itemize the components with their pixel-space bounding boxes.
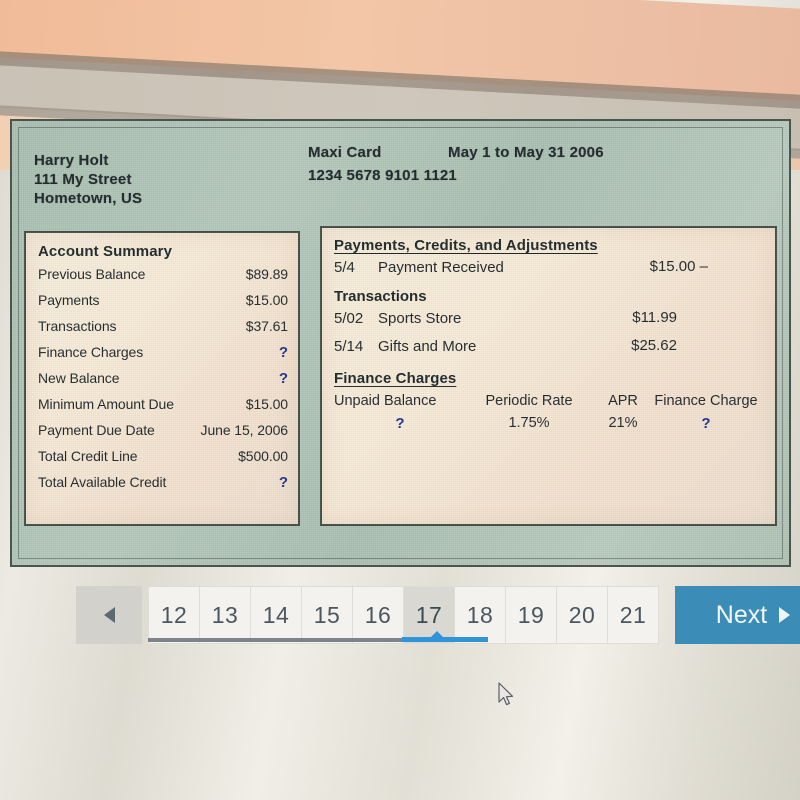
triangle-left-icon (103, 607, 115, 623)
transaction-amount: $11.99 (632, 309, 677, 326)
page-button-16[interactable]: 16 (352, 587, 403, 643)
customer-street: 111 My Street (34, 171, 132, 188)
summary-row: Total Credit Line $500.00 (38, 444, 288, 470)
previous-page-button[interactable] (76, 586, 142, 644)
page-button-18[interactable]: 18 (454, 587, 505, 643)
finance-charges-title: Finance Charges (334, 370, 457, 387)
summary-label: New Balance (38, 370, 120, 386)
summary-value-unknown: ? (278, 474, 288, 491)
payment-description: Payment Received (378, 259, 504, 276)
value-finance-charge: ? (701, 415, 711, 432)
summary-row: Transactions $37.61 (38, 314, 288, 340)
payment-row: 5/4 Payment Received $15.00 – (334, 254, 765, 282)
page-button-21[interactable]: 21 (607, 587, 658, 643)
summary-label: Payments (38, 292, 100, 308)
triangle-right-icon (779, 607, 791, 623)
summary-value-unknown: ? (278, 370, 288, 387)
page-button-20[interactable]: 20 (556, 587, 607, 643)
summary-label: Total Credit Line (38, 448, 138, 464)
value-apr: 21% (608, 415, 638, 431)
summary-value: $15.00 (245, 292, 288, 308)
transaction-description: Sports Store (378, 310, 462, 327)
finance-charges-header-row: Unpaid Balance Periodic Rate APR Finance… (334, 391, 758, 409)
summary-value: $500.00 (238, 448, 288, 464)
account-summary-panel: Account Summary Previous Balance $89.89 … (24, 231, 300, 526)
summary-label: Transactions (38, 318, 117, 334)
page-button-12[interactable]: 12 (148, 587, 199, 643)
summary-value: $89.89 (245, 266, 288, 282)
payments-section-title: Payments, Credits, and Adjustments (334, 237, 598, 254)
transaction-amount: $25.62 (631, 337, 677, 354)
summary-row: New Balance ? (38, 366, 288, 392)
summary-value: $15.00 (245, 396, 288, 412)
next-page-button[interactable]: Next (675, 586, 800, 644)
screen-photo: Harry Holt 111 My Street Hometown, US Ma… (0, 0, 800, 800)
credit-card-statement-image: Harry Holt 111 My Street Hometown, US Ma… (10, 119, 791, 567)
summary-label: Finance Charges (38, 344, 144, 360)
summary-value: June 15, 2006 (200, 422, 289, 438)
column-header-periodic-rate: Periodic Rate (485, 393, 573, 409)
summary-label: Payment Due Date (38, 422, 155, 438)
customer-name: Harry Holt (34, 152, 109, 169)
account-summary-title: Account Summary (38, 243, 173, 260)
transaction-row: 5/02 Sports Store $11.99 (334, 305, 765, 333)
transactions-section-title: Transactions (334, 288, 427, 305)
statement-period: May 1 to May 31 2006 (448, 144, 604, 161)
summary-row: Minimum Amount Due $15.00 (38, 392, 288, 418)
card-info: Maxi Card May 1 to May 31 2006 1234 5678 … (308, 141, 604, 187)
mouse-pointer-icon (498, 682, 514, 706)
transaction-row: 5/14 Gifts and More $25.62 (334, 333, 765, 361)
payment-date: 5/4 (334, 259, 355, 276)
customer-address: Harry Holt 111 My Street Hometown, US (34, 151, 142, 208)
payment-amount: $15.00 – (649, 258, 708, 275)
finance-charges-value-row: ? 1.75% 21% ? (334, 409, 758, 432)
value-periodic-rate: 1.75% (508, 415, 550, 431)
customer-city-state: Hometown, US (34, 190, 143, 207)
transaction-date: 5/14 (334, 338, 364, 355)
page-button-13[interactable]: 13 (199, 587, 250, 643)
summary-value-unknown: ? (278, 344, 288, 361)
finance-charges-table: Unpaid Balance Periodic Rate APR Finance… (334, 391, 758, 432)
column-header-unpaid-balance: Unpaid Balance (334, 393, 437, 409)
pagination-active-indicator (402, 637, 488, 642)
value-unpaid-balance: ? (395, 415, 405, 432)
summary-row: Finance Charges ? (38, 340, 288, 366)
summary-label: Previous Balance (38, 266, 146, 282)
page-button-17-active[interactable]: 17 (403, 587, 454, 643)
card-name: Maxi Card (308, 144, 382, 161)
page-number-list[interactable]: 12 13 14 15 16 17 18 19 20 21 (148, 586, 659, 644)
transaction-description: Gifts and More (378, 338, 477, 355)
column-header-finance-charge: Finance Charge (654, 393, 758, 409)
summary-label: Total Available Credit (38, 474, 167, 490)
column-header-apr: APR (608, 393, 638, 409)
next-page-label: Next (715, 600, 768, 629)
transaction-date: 5/02 (334, 310, 364, 327)
page-button-15[interactable]: 15 (301, 587, 352, 643)
page-button-14[interactable]: 14 (250, 587, 301, 643)
transactions-panel: Payments, Credits, and Adjustments 5/4 P… (320, 226, 777, 526)
card-number: 1234 5678 9101 1121 (308, 167, 457, 184)
summary-row: Previous Balance $89.89 (38, 262, 288, 288)
statement-header: Harry Holt 111 My Street Hometown, US Ma… (26, 144, 775, 217)
summary-row: Payments $15.00 (38, 288, 288, 314)
summary-row: Payment Due Date June 15, 2006 (38, 418, 288, 444)
summary-value: $37.61 (245, 318, 288, 334)
summary-row: Total Available Credit ? (38, 470, 288, 496)
summary-label: Minimum Amount Due (38, 396, 174, 412)
page-button-19[interactable]: 19 (505, 587, 556, 643)
pagination-active-caret-icon (430, 631, 444, 638)
